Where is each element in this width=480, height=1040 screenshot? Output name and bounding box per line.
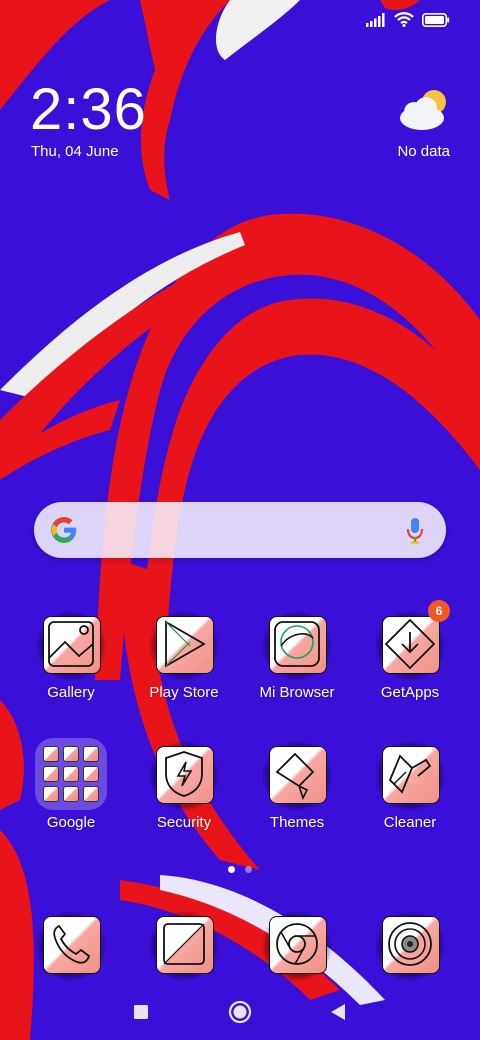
page-indicator[interactable] [0,866,480,873]
status-icons [366,12,450,27]
security-icon [165,751,203,797]
browser-icon [274,621,320,667]
app-label: Security [156,814,212,831]
phone-icon [53,924,91,964]
back-button[interactable] [330,1003,346,1021]
app-label: Themes [269,814,325,831]
date[interactable]: Thu, 04 June [31,143,119,160]
app-gallery[interactable]: Gallery [21,611,121,701]
cleaner-icon [388,754,432,794]
wifi-icon [394,12,414,27]
page-dot [245,866,252,873]
weather-status[interactable]: No data [397,143,450,160]
app-themes[interactable]: Themes [247,741,347,831]
battery-icon [422,12,450,27]
navigation-bar [0,994,480,1030]
app-label: Gallery [47,684,95,701]
camera-icon [388,922,432,966]
play-store-icon [165,620,206,668]
app-play-store[interactable]: Play Store [134,611,234,701]
partly-cloudy-icon[interactable] [398,88,450,132]
mic-icon[interactable] [406,517,424,545]
app-mi-browser[interactable]: Mi Browser [247,611,347,701]
getapps-icon [384,618,436,670]
messages-icon [163,923,205,965]
clock[interactable]: 2:36 [30,78,147,142]
recents-button[interactable] [133,1004,149,1020]
gallery-icon [48,621,94,667]
app-getapps[interactable]: 6 GetApps [360,600,460,701]
dock-camera[interactable] [360,911,460,981]
dock-messages[interactable] [134,911,234,981]
app-label: Google [46,814,96,831]
status-bar [0,0,480,42]
themes-icon [275,752,315,801]
home-button[interactable] [228,1000,252,1024]
page-dot-active [228,866,235,873]
google-g-icon[interactable] [50,516,78,544]
app-label: Play Store [149,684,219,701]
search-bar[interactable] [34,502,446,558]
app-label: Mi Browser [259,684,335,701]
app-security[interactable]: Security [134,741,234,831]
dock-phone[interactable] [21,911,121,981]
signal-icon [366,12,385,27]
chrome-icon [276,923,318,965]
app-cleaner[interactable]: Cleaner [360,741,460,831]
notification-badge: 6 [428,600,450,622]
folder-google[interactable]: Google [21,738,121,831]
dock-chrome[interactable] [247,911,347,981]
app-label: GetApps [380,684,440,701]
app-label: Cleaner [383,814,437,831]
